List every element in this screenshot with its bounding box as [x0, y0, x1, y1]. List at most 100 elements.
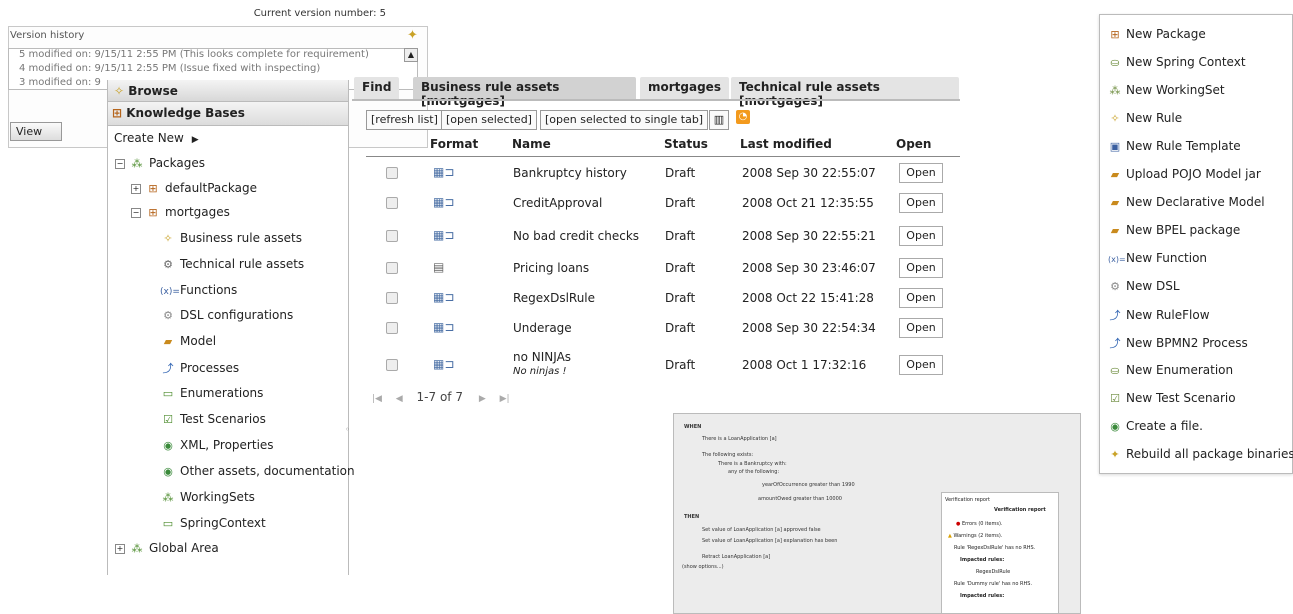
browse-label: Browse [128, 84, 178, 98]
collapse-icon[interactable]: − [131, 208, 141, 218]
tree-item-processes[interactable]: ⤴ Processes [160, 360, 240, 376]
row-checkbox[interactable] [386, 262, 398, 274]
asset-last-modified: 2008 Sep 30 23:46:07 [742, 261, 876, 275]
file-icon: ◉ [163, 439, 173, 452]
tab-business-rule-assets[interactable]: Business rule assets [mortgages] [413, 77, 636, 108]
rss-feed-icon[interactable]: ◔ [736, 110, 750, 124]
version-entry[interactable]: 3 modified on: 9 [19, 77, 101, 88]
create-new-menu[interactable]: Create New ▶ [114, 131, 199, 145]
view-button[interactable]: View [10, 122, 62, 141]
expand-icon[interactable]: + [115, 544, 125, 554]
open-button[interactable]: Open [899, 355, 943, 375]
table-row[interactable]: ▦⊐ Bankruptcy history Draft 2008 Sep 30 … [366, 158, 960, 188]
menu-item-create-file[interactable]: ◉ Create a file. [1108, 419, 1203, 433]
column-last-modified[interactable]: Last modified [740, 137, 832, 151]
menu-item-new-function[interactable]: (x)=New Function [1108, 251, 1207, 265]
row-checkbox[interactable] [386, 322, 398, 334]
package-icon: ⊞ [112, 106, 123, 120]
open-button[interactable]: Open [899, 318, 943, 338]
menu-item-upload-pojo[interactable]: ▰ Upload POJO Model jar [1108, 167, 1261, 181]
tree-item-workingsets[interactable]: ⁂ WorkingSets [160, 490, 255, 504]
menu-label: Rebuild all package binaries [1126, 447, 1293, 461]
menu-item-new-declarative-model[interactable]: ▰ New Declarative Model [1108, 195, 1265, 209]
column-format[interactable]: Format [430, 137, 478, 151]
menu-item-new-ruleflow[interactable]: ⤴ New RuleFlow [1108, 307, 1210, 323]
tree-item-global-area[interactable]: + ⁂ Global Area [115, 541, 219, 555]
table-row[interactable]: ▦⊐ Underage Draft 2008 Sep 30 22:54:34 O… [366, 313, 960, 343]
asset-name[interactable]: Bankruptcy history [513, 166, 627, 180]
column-status[interactable]: Status [664, 137, 708, 151]
asset-name[interactable]: Pricing loans [513, 261, 589, 275]
expand-icon[interactable]: + [131, 184, 141, 194]
table-row[interactable]: ▦⊐ No bad credit checks Draft 2008 Sep 3… [366, 221, 960, 251]
first-page-icon[interactable]: |◀ [372, 394, 382, 404]
menu-item-new-spring-context[interactable]: ⛀ New Spring Context [1108, 55, 1245, 69]
refresh-list-button[interactable]: [refresh list] [366, 110, 443, 130]
menu-item-new-bpmn2[interactable]: ⤴ New BPMN2 Process [1108, 335, 1248, 351]
menu-item-rebuild-binaries[interactable]: ✦ Rebuild all package binaries [1108, 447, 1293, 461]
asset-name[interactable]: CreditApproval [513, 196, 602, 210]
tree-item-enumerations[interactable]: ▭ Enumerations [160, 386, 264, 400]
knowledge-bases-header[interactable]: ⊞ Knowledge Bases [108, 102, 348, 126]
menu-item-new-rule-template[interactable]: ▣ New Rule Template [1108, 139, 1241, 153]
asset-name[interactable]: no NINJAs No ninjas ! [513, 350, 571, 377]
open-button[interactable]: Open [899, 226, 943, 246]
tree-item-model[interactable]: ▰ Model [160, 334, 216, 348]
tree-item-test-scenarios[interactable]: ☑ Test Scenarios [160, 412, 266, 426]
tree-item-packages[interactable]: − ⁂ Packages [115, 156, 205, 170]
tab-technical-rule-assets[interactable]: Technical rule assets [mortgages] [731, 77, 959, 108]
tree-item-other-assets[interactable]: ◉ Other assets, documentation [160, 464, 354, 478]
row-checkbox[interactable] [386, 197, 398, 209]
tree-label: Business rule assets [180, 231, 302, 245]
row-checkbox[interactable] [386, 167, 398, 179]
collapse-icon[interactable]: − [115, 159, 125, 169]
open-button[interactable]: Open [899, 258, 943, 278]
asset-name[interactable]: RegexDslRule [513, 291, 595, 305]
tab-find[interactable]: Find [354, 77, 400, 99]
prev-page-icon[interactable]: ◀ [396, 394, 403, 404]
open-selected-single-tab-button[interactable]: [open selected to single tab] [540, 110, 709, 130]
menu-item-new-package[interactable]: ⊞ New Package [1108, 27, 1205, 41]
tree-item-business-rule-assets[interactable]: ✧ Business rule assets [160, 231, 302, 245]
browse-header[interactable]: ✧ Browse [108, 80, 348, 102]
tree-item-defaultpackage[interactable]: + ⊞ defaultPackage [131, 181, 257, 195]
version-entry[interactable]: 5 modified on: 9/15/11 2:55 PM (This loo… [19, 49, 369, 60]
bpmn-icon: ⤴ [1109, 337, 1121, 350]
scroll-up-icon[interactable]: ▲ [404, 48, 418, 62]
column-open[interactable]: Open [896, 137, 931, 151]
column-name[interactable]: Name [512, 137, 551, 151]
open-button[interactable]: Open [899, 163, 943, 183]
asset-last-modified: 2008 Sep 30 22:55:21 [742, 229, 876, 243]
open-selected-button[interactable]: [open selected] [441, 110, 537, 130]
tree-label: WorkingSets [180, 490, 255, 504]
row-checkbox[interactable] [386, 292, 398, 304]
row-checkbox[interactable] [386, 359, 398, 371]
open-button[interactable]: Open [899, 193, 943, 213]
menu-item-new-enumeration[interactable]: ⛀ New Enumeration [1108, 363, 1233, 377]
tree-item-dsl-configurations[interactable]: ⚙ DSL configurations [160, 308, 293, 322]
splitter-handle[interactable]: ◦ [345, 425, 350, 434]
table-row[interactable]: ▦⊐ CreditApproval Draft 2008 Oct 21 12:3… [366, 188, 960, 218]
open-button[interactable]: Open [899, 288, 943, 308]
table-row[interactable]: ▦⊐ no NINJAs No ninjas ! Draft 2008 Oct … [366, 350, 960, 386]
tree-item-functions[interactable]: (x)=Functions [160, 283, 237, 297]
last-page-icon[interactable]: ▶| [500, 394, 510, 404]
menu-item-new-dsl[interactable]: ⚙ New DSL [1108, 279, 1179, 293]
tree-item-xml-properties[interactable]: ◉ XML, Properties [160, 438, 273, 452]
asset-name[interactable]: No bad credit checks [513, 229, 639, 243]
row-checkbox[interactable] [386, 230, 398, 242]
menu-item-new-rule[interactable]: ✧ New Rule [1108, 111, 1182, 125]
version-entry[interactable]: 4 modified on: 9/15/11 2:55 PM (Issue fi… [19, 63, 320, 74]
tab-mortgages[interactable]: mortgages [640, 77, 729, 99]
tree-item-mortgages[interactable]: − ⊞ mortgages [131, 205, 230, 219]
menu-item-new-workingset[interactable]: ⁂ New WorkingSet [1108, 83, 1225, 97]
menu-item-new-test-scenario[interactable]: ☑ New Test Scenario [1108, 391, 1236, 405]
next-page-icon[interactable]: ▶ [479, 394, 486, 404]
table-row[interactable]: ▤ Pricing loans Draft 2008 Sep 30 23:46:… [366, 253, 960, 283]
asset-name[interactable]: Underage [513, 321, 572, 335]
table-row[interactable]: ▦⊐ RegexDslRule Draft 2008 Oct 22 15:41:… [366, 283, 960, 313]
columns-icon[interactable]: ▥ [709, 110, 729, 130]
menu-item-new-bpel-package[interactable]: ▰ New BPEL package [1108, 223, 1240, 237]
tree-item-technical-rule-assets[interactable]: ⚙ Technical rule assets [160, 257, 304, 271]
tree-item-springcontext[interactable]: ▭ SpringContext [160, 516, 266, 530]
